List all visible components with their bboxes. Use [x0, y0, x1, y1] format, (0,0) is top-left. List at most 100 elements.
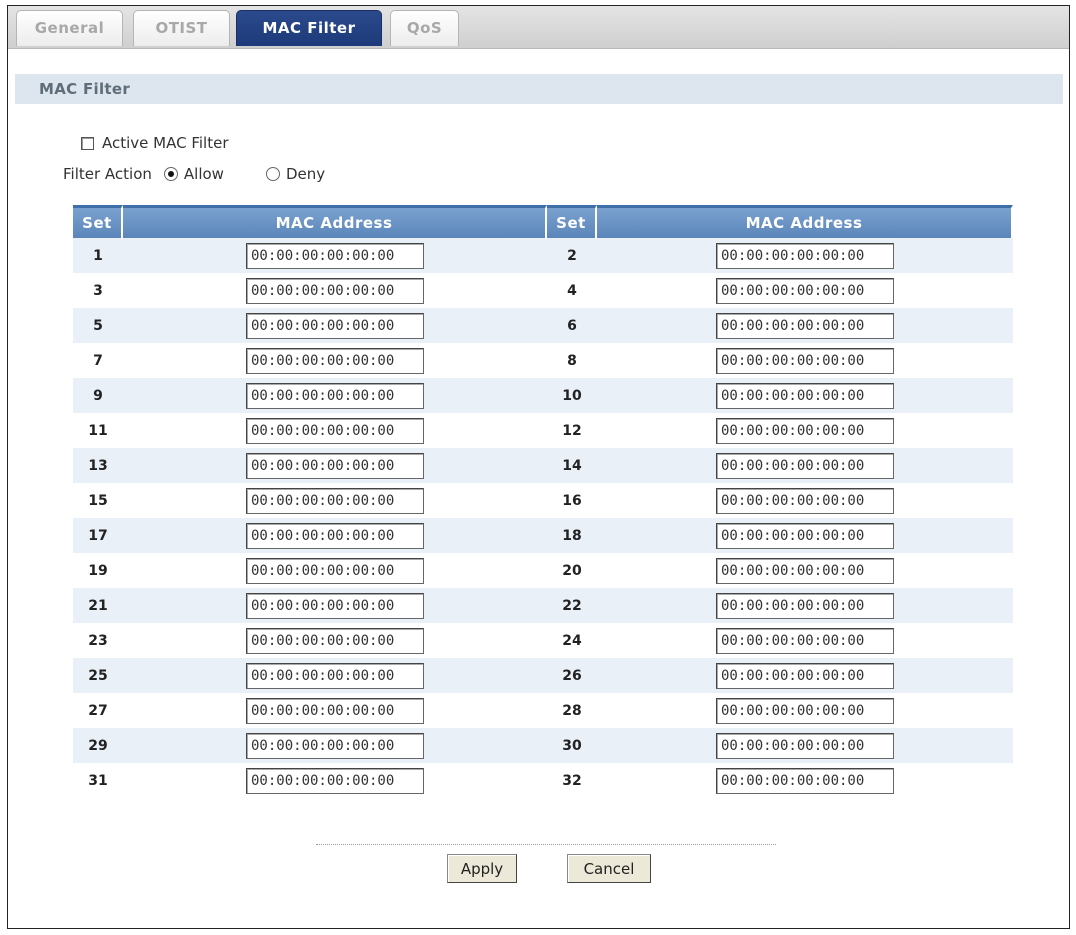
set-number: 32 — [562, 772, 582, 789]
mac-address-input[interactable] — [246, 487, 424, 514]
tab-qos[interactable]: QoS — [390, 10, 459, 46]
mac-address-cell — [123, 378, 547, 413]
set-number: 12 — [562, 422, 582, 439]
mac-address-input[interactable] — [716, 242, 894, 269]
set-number: 4 — [567, 282, 577, 299]
mac-address-input[interactable] — [246, 417, 424, 444]
set-number: 18 — [547, 518, 597, 553]
mac-address-cell — [597, 588, 1013, 623]
set-number: 10 — [547, 378, 597, 413]
tab-mac-filter[interactable]: MAC Filter — [236, 10, 382, 46]
mac-address-input[interactable] — [246, 277, 424, 304]
deny-label: Deny — [285, 165, 326, 183]
mac-address-input[interactable] — [246, 522, 424, 549]
mac-address-input[interactable] — [246, 697, 424, 724]
mac-address-input[interactable] — [246, 767, 424, 794]
mac-address-cell — [123, 273, 547, 308]
tab-otist[interactable]: OTIST — [133, 10, 230, 46]
allow-label: Allow — [183, 165, 224, 183]
table-row: 25 26 — [73, 658, 1013, 693]
mac-address-input[interactable] — [716, 592, 894, 619]
mac-address-input[interactable] — [716, 662, 894, 689]
mac-address-input[interactable] — [246, 242, 424, 269]
set-number: 29 — [73, 728, 123, 763]
set-column-header: Set — [73, 205, 123, 238]
mac-address-input[interactable] — [716, 522, 894, 549]
mac-address-input[interactable] — [246, 592, 424, 619]
mac-address-input[interactable] — [246, 662, 424, 689]
mac-address-input[interactable] — [246, 452, 424, 479]
mac-address-cell — [597, 763, 1013, 798]
set-number: 24 — [562, 632, 582, 649]
mac-address-cell — [597, 238, 1013, 273]
mac-address-cell — [123, 343, 547, 378]
mac-address-input[interactable] — [716, 697, 894, 724]
mac-address-cell — [123, 588, 547, 623]
mac-address-input[interactable] — [716, 277, 894, 304]
mac-address-cell — [597, 343, 1013, 378]
mac-address-input[interactable] — [246, 312, 424, 339]
tab-general[interactable]: General — [16, 10, 123, 46]
table-row: 1718 — [73, 518, 1013, 553]
mac-address-cell — [597, 308, 1013, 343]
set-number: 13 — [73, 448, 123, 483]
set-number: 8 — [567, 352, 577, 369]
table-row: 13 14 — [73, 448, 1013, 483]
set-number: 15 — [88, 492, 108, 509]
set-number: 28 — [562, 702, 582, 719]
mac-address-input[interactable] — [716, 382, 894, 409]
mac-address-cell — [597, 623, 1013, 658]
set-number: 5 — [73, 308, 123, 343]
mac-address-input[interactable] — [716, 487, 894, 514]
set-number: 30 — [547, 728, 597, 763]
mac-address-input[interactable] — [716, 347, 894, 374]
mac-address-input[interactable] — [716, 627, 894, 654]
set-number: 20 — [562, 562, 582, 579]
deny-radio[interactable] — [265, 167, 280, 181]
mac-address-cell — [597, 378, 1013, 413]
mac-address-cell — [597, 273, 1013, 308]
mac-address-input[interactable] — [716, 312, 894, 339]
filter-action-row: Filter Action Allow Deny — [63, 162, 325, 186]
allow-radio[interactable] — [163, 167, 178, 181]
set-number: 6 — [547, 308, 597, 343]
mac-address-cell — [597, 658, 1013, 693]
table-header-row: Set MAC Address Set MAC Address — [73, 205, 1013, 238]
mac-address-column-header: MAC Address — [597, 205, 1013, 238]
tab-bar: General OTIST MAC Filter QoS — [8, 6, 1069, 49]
mac-address-input[interactable] — [716, 732, 894, 759]
mac-address-cell — [123, 693, 547, 728]
table-row: 21 22 — [73, 588, 1013, 623]
mac-address-cell — [597, 553, 1013, 588]
mac-address-cell — [123, 623, 547, 658]
mac-address-input[interactable] — [246, 627, 424, 654]
set-number: 25 — [73, 658, 123, 693]
mac-filter-panel: General OTIST MAC Filter QoS MAC Filter … — [7, 5, 1070, 929]
set-number: 14 — [547, 448, 597, 483]
set-number: 2 — [547, 238, 597, 273]
apply-button[interactable]: Apply — [447, 854, 517, 883]
mac-address-cell — [597, 413, 1013, 448]
mac-address-input[interactable] — [246, 732, 424, 759]
mac-address-input[interactable] — [246, 347, 424, 374]
mac-address-table: Set MAC Address Set MAC Address 12345678… — [73, 205, 1013, 798]
mac-address-input[interactable] — [246, 382, 424, 409]
mac-address-input[interactable] — [716, 557, 894, 584]
mac-address-input[interactable] — [716, 452, 894, 479]
mac-address-column-header: MAC Address — [123, 205, 547, 238]
active-mac-filter-label: Active MAC Filter — [102, 134, 229, 152]
set-number: 11 — [88, 422, 108, 439]
mac-address-input[interactable] — [246, 557, 424, 584]
mac-address-input[interactable] — [716, 417, 894, 444]
table-row: 78 — [73, 343, 1013, 378]
filter-action-label: Filter Action — [63, 165, 152, 183]
mac-address-cell — [597, 728, 1013, 763]
section-title: MAC Filter — [15, 74, 1063, 104]
cancel-button[interactable]: Cancel — [567, 854, 651, 883]
active-mac-filter-checkbox[interactable] — [81, 136, 94, 150]
mac-address-cell — [123, 763, 547, 798]
mac-address-input[interactable] — [716, 767, 894, 794]
table-row: 29 30 — [73, 728, 1013, 763]
table-row: 11 12 — [73, 413, 1013, 448]
mac-address-cell — [123, 448, 547, 483]
